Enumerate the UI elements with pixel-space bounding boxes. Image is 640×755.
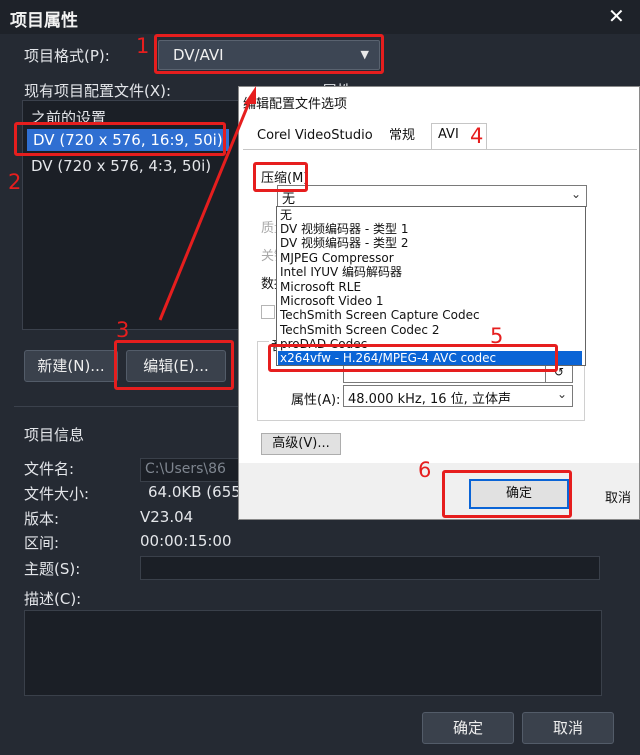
annotation-arrow <box>158 86 256 321</box>
